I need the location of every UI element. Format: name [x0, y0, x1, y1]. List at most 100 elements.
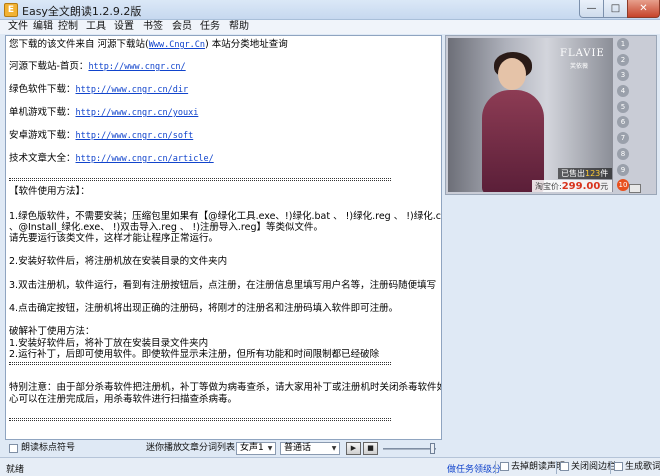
step1-line1: 1.绿色版软件，不需要安装；压缩包里如果有【@绿化工具.exe、!)绿化.bat…	[9, 211, 442, 222]
speech-mode-select[interactable]: 普通话 ▼	[280, 442, 340, 455]
note-line2: 心可以在注册完成后，用杀毒软件进行扫描查杀病毒。	[9, 394, 238, 405]
split-list-button[interactable]: 文章分词列表	[181, 442, 235, 454]
remove-declaration-checkbox[interactable]	[500, 462, 509, 471]
menu-member[interactable]: 会员	[172, 21, 192, 33]
menu-help[interactable]: 帮助	[229, 21, 249, 33]
link-url[interactable]: http://www.cngr.cn/soft	[76, 131, 194, 141]
link-url[interactable]: http://www.cngr.cn/	[88, 62, 185, 72]
status-bar: 就绪 做任务领级分 去掉朗读声明 关闭阅边栏 生成歌词	[0, 457, 660, 476]
link-url[interactable]: http://www.cngr.cn/article/	[76, 154, 214, 164]
intro-link[interactable]: Www.Cngr.Cn	[149, 40, 205, 50]
ad-banner-image[interactable]: FLAVIE 芙依薇 已售出123件 淘宝价:299.00元	[448, 38, 613, 192]
separator-line	[9, 418, 391, 421]
ad-expand-icon[interactable]	[629, 184, 641, 193]
chevron-down-icon: ▼	[267, 445, 273, 452]
speed-slider-track[interactable]	[383, 448, 436, 450]
status-text: 就绪	[6, 465, 25, 475]
status-divider	[556, 461, 557, 474]
ad-sold-count: 已售出123件	[558, 168, 612, 179]
vip-task-link[interactable]: 做任务领级分	[447, 462, 501, 475]
ad-page-7[interactable]: 7	[617, 132, 629, 145]
intro-suffix: ) 本站分类地址查询	[205, 39, 288, 50]
status-divider	[495, 461, 496, 474]
close-button[interactable]: ✕	[627, 0, 660, 18]
menu-bar: 文件 编辑 控制 工具 设置 书签 会员 任务 帮助	[0, 20, 660, 34]
minimize-button[interactable]: —	[579, 0, 604, 18]
menu-control[interactable]: 控制	[58, 21, 78, 33]
stop-icon[interactable]: ■	[363, 442, 378, 455]
ad-panel: FLAVIE 芙依薇 已售出123件 淘宝价:299.00元 1 2 3 4 5…	[445, 35, 657, 195]
speed-slider-thumb[interactable]	[430, 443, 435, 454]
voice-value: 女声1	[240, 443, 264, 453]
ad-page-9[interactable]: 9	[617, 163, 629, 176]
menu-edit[interactable]: 编辑	[33, 21, 53, 33]
ad-dress-shape	[482, 90, 544, 192]
note-line1: 特别注意：由于部分杀毒软件把注册机，补丁等做为病毒查杀，请大家用补丁或注册机时关…	[9, 382, 442, 393]
menu-settings[interactable]: 设置	[114, 21, 134, 33]
voice-select[interactable]: 女声1 ▼	[236, 442, 276, 455]
speech-mode-value: 普通话	[284, 443, 312, 453]
app-logo-icon[interactable]: E	[4, 3, 18, 17]
document-text-area[interactable]: 您下载的该文件来自 河源下载站(Www.Cngr.Cn) 本站分类地址查询 河源…	[5, 35, 442, 440]
link-line: 技术文章大全：http://www.cngr.cn/article/	[9, 153, 214, 165]
menu-tasks[interactable]: 任务	[200, 21, 220, 33]
crack-step2: 2.运行补丁，后即可使用软件。即使软件显示未注册，但所有功能和时间限制都已经破除	[9, 349, 380, 360]
ad-brand: FLAVIE	[560, 48, 605, 59]
separator-line	[9, 362, 391, 365]
step3-line: 3.双击注册机，软件运行，看到有注册按钮后，点注册，在注册信息里填写用户名等，注…	[9, 280, 437, 291]
menu-file[interactable]: 文件	[8, 21, 28, 33]
ad-pager: 1 2 3 4 5 6 7 8 9 10	[617, 38, 631, 195]
menu-bookmarks[interactable]: 书签	[143, 21, 163, 33]
ad-price: 淘宝价:299.00元	[532, 180, 612, 192]
intro-line: 您下载的该文件来自 河源下载站(Www.Cngr.Cn) 本站分类地址查询	[9, 39, 288, 51]
ad-page-8[interactable]: 8	[617, 147, 629, 160]
step1-line3: 请先要运行该类文件，这样才能让程序正常运行。	[9, 233, 219, 244]
ad-face-shape	[498, 58, 526, 90]
generate-lyrics-label: 生成歌词	[625, 462, 660, 472]
control-bar: 朗读标点符号 迷你播放 文章分词列表 女声1 ▼ 普通话 ▼	[0, 441, 660, 457]
maximize-button[interactable]: □	[603, 0, 628, 18]
play-icon[interactable]: ▶	[346, 442, 361, 455]
price-label: 淘宝价:	[535, 182, 562, 191]
ad-page-5[interactable]: 5	[617, 100, 629, 113]
separator-line	[9, 178, 391, 181]
price-suffix: 元	[600, 182, 609, 191]
intro-prefix: 您下载的该文件来自 河源下载站(	[9, 39, 149, 50]
crack-title: 破解补丁使用方法：	[9, 326, 95, 337]
link-line: 绿色软件下载：http://www.cngr.cn/dir	[9, 84, 188, 96]
link-label: 技术文章大全：	[9, 153, 76, 164]
step2-line: 2.安装好软件后，将注册机放在安装目录的文件夹内	[9, 256, 228, 267]
ad-brand-sub: 芙依薇	[570, 63, 589, 70]
ad-page-3[interactable]: 3	[617, 69, 629, 82]
link-label: 河源下载站-首页：	[9, 61, 89, 72]
close-sidebar-checkbox[interactable]	[560, 462, 569, 471]
window-title: Easy全文朗读1.2.9.2版	[22, 5, 142, 18]
read-punctuation-checkbox[interactable]	[9, 444, 18, 453]
step4-line: 4.点击确定按钮，注册机将出现正确的注册码，将刚才的注册名和注册码填入软件即可注…	[9, 303, 399, 314]
sold-prefix: 已售出	[561, 169, 585, 178]
price-value: 299.00	[561, 181, 601, 192]
ad-page-4[interactable]: 4	[617, 85, 629, 98]
link-label: 单机游戏下载：	[9, 107, 76, 118]
sold-number: 123	[585, 169, 601, 178]
status-divider	[610, 461, 611, 474]
generate-lyrics-checkbox[interactable]	[614, 462, 623, 471]
mini-play-button[interactable]: 迷你播放	[146, 442, 182, 454]
ad-page-10[interactable]: 10	[617, 179, 629, 192]
usage-title: 【软件使用方法】：	[9, 186, 90, 197]
link-line: 安卓游戏下载：http://www.cngr.cn/soft	[9, 130, 193, 142]
link-label: 安卓游戏下载：	[9, 130, 76, 141]
link-line: 河源下载站-首页：http://www.cngr.cn/	[9, 61, 186, 73]
menu-tools[interactable]: 工具	[86, 21, 106, 33]
link-label: 绿色软件下载：	[9, 84, 76, 95]
ad-page-1[interactable]: 1	[617, 38, 629, 50]
link-url[interactable]: http://www.cngr.cn/dir	[76, 85, 189, 95]
sold-suffix: 件	[600, 169, 609, 178]
link-line: 单机游戏下载：http://www.cngr.cn/youxi	[9, 107, 198, 119]
ad-page-6[interactable]: 6	[617, 116, 629, 129]
step1-line2: 、@Install_绿化.exe、 !)双击导入.reg 、 !)注册导入.re…	[9, 222, 323, 233]
ad-page-2[interactable]: 2	[617, 53, 629, 66]
read-punctuation-label: 朗读标点符号	[21, 443, 76, 453]
title-bar: E Easy全文朗读1.2.9.2版 — □ ✕	[0, 0, 660, 20]
link-url[interactable]: http://www.cngr.cn/youxi	[76, 108, 199, 118]
